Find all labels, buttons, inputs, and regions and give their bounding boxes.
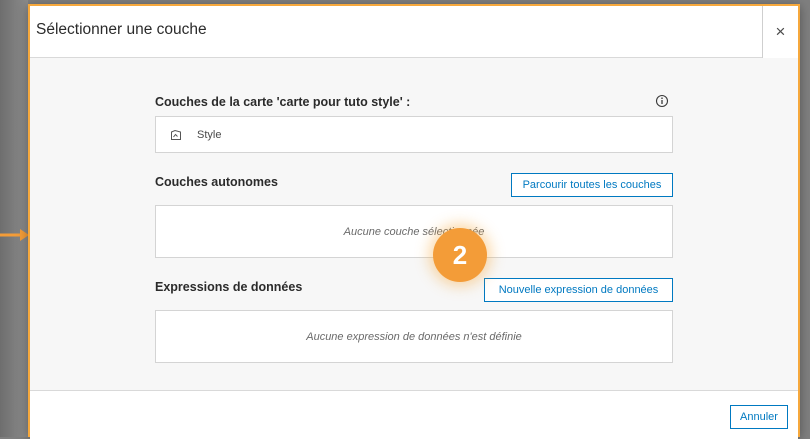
- new-data-expression-button[interactable]: Nouvelle expression de données: [484, 278, 673, 302]
- arrow-right-icon: [0, 229, 29, 241]
- select-layer-dialog: Sélectionner une couche × Couches de la …: [28, 4, 800, 439]
- info-icon[interactable]: [655, 94, 669, 108]
- step-badge: 2: [433, 228, 487, 282]
- empty-state-text: Aucune couche sélectionnée: [343, 225, 485, 238]
- standalone-layers-list: Aucune couche sélectionnée: [155, 205, 673, 258]
- close-icon: ×: [775, 22, 786, 41]
- map-layers-title: Couches de la carte 'carte pour tuto sty…: [155, 95, 411, 109]
- dialog-header: Sélectionner une couche ×: [30, 6, 798, 58]
- browse-all-layers-button[interactable]: Parcourir toutes les couches: [511, 173, 673, 197]
- dialog-footer: Annuler: [30, 390, 798, 439]
- map-layers-list: Style: [155, 116, 673, 153]
- background-overlay: [0, 0, 28, 437]
- dialog-content: Couches de la carte 'carte pour tuto sty…: [30, 58, 798, 390]
- empty-state-text: Aucune expression de données n'est défin…: [306, 330, 522, 343]
- data-expressions-list: Aucune expression de données n'est défin…: [155, 310, 673, 363]
- list-item[interactable]: Style: [156, 117, 672, 152]
- dialog-title: Sélectionner une couche: [36, 21, 207, 38]
- layer-name: Style: [197, 128, 222, 141]
- close-button[interactable]: ×: [762, 6, 798, 58]
- layer-polygon-icon: [171, 129, 181, 140]
- standalone-layers-title: Couches autonomes: [155, 175, 278, 189]
- cancel-button[interactable]: Annuler: [730, 405, 788, 429]
- data-expressions-title: Expressions de données: [155, 280, 303, 294]
